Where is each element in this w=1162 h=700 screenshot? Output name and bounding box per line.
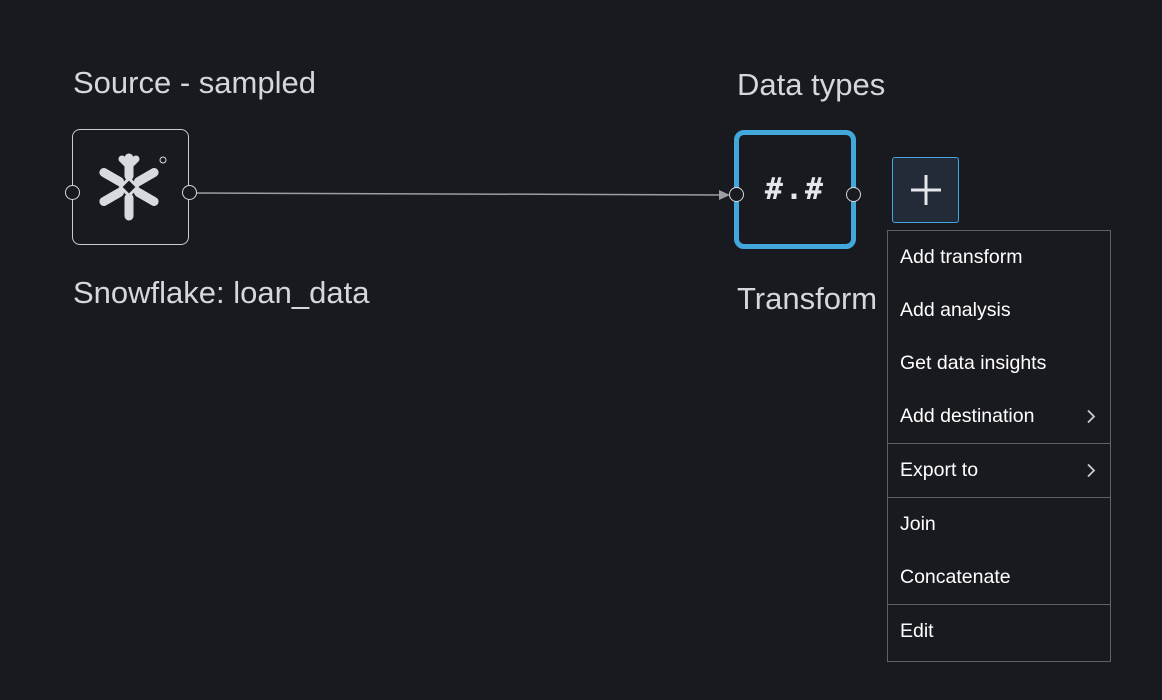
chevron-right-icon [1087, 409, 1096, 424]
menu-item-edit[interactable]: Edit [888, 605, 1110, 658]
menu-item-label: Add transform [900, 246, 1023, 268]
add-step-menu: Add transform Add analysis Get data insi… [887, 230, 1111, 662]
menu-item-concatenate[interactable]: Concatenate [888, 551, 1110, 604]
menu-item-label: Concatenate [900, 566, 1011, 588]
add-step-button[interactable] [892, 157, 959, 223]
chevron-right-icon [1087, 463, 1096, 478]
transform-output-port[interactable] [846, 187, 861, 202]
menu-item-add-analysis[interactable]: Add analysis [888, 284, 1110, 337]
source-node[interactable] [72, 129, 189, 245]
menu-item-label: Add analysis [900, 299, 1011, 321]
transform-input-port[interactable] [729, 187, 744, 202]
flow-canvas[interactable]: Source - sampled Snowflake: loan_data Da… [0, 0, 1162, 700]
menu-group-edit: Edit [888, 605, 1110, 658]
menu-item-label: Edit [900, 620, 934, 642]
menu-group-add: Add transform Add analysis Get data insi… [888, 231, 1110, 444]
transform-node-label: Transform [737, 281, 878, 316]
data-types-node[interactable]: #.# [734, 130, 856, 249]
menu-item-label: Join [900, 513, 936, 535]
menu-item-export-to[interactable]: Export to [888, 444, 1110, 497]
transform-node-title: Data types [737, 67, 886, 102]
menu-item-add-transform[interactable]: Add transform [888, 231, 1110, 284]
menu-group-export: Export to [888, 444, 1110, 498]
menu-group-combine: Join Concatenate [888, 498, 1110, 605]
menu-item-label: Export to [900, 459, 979, 481]
menu-item-get-data-insights[interactable]: Get data insights [888, 337, 1110, 390]
source-node-title: Source - sampled [73, 65, 316, 100]
menu-item-label: Add destination [900, 405, 1035, 427]
source-node-label: Snowflake: loan_data [73, 275, 370, 310]
snowflake-icon [99, 153, 167, 221]
menu-item-join[interactable]: Join [888, 498, 1110, 551]
menu-item-label: Get data insights [900, 352, 1047, 374]
source-input-port[interactable] [65, 185, 80, 200]
source-output-port[interactable] [182, 185, 197, 200]
plus-icon [910, 175, 941, 205]
data-types-symbol: #.# [764, 172, 826, 207]
menu-item-add-destination[interactable]: Add destination [888, 390, 1110, 443]
